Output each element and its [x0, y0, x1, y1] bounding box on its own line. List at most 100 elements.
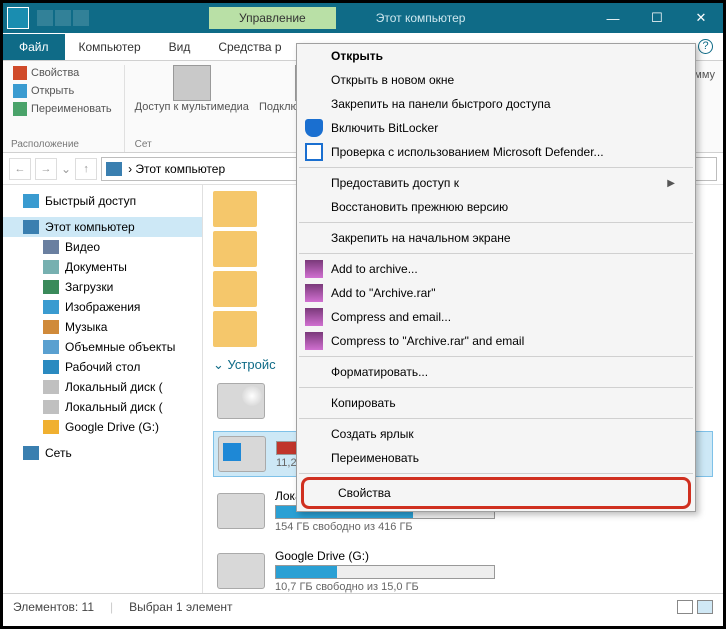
view-tab[interactable]: Вид [155, 34, 205, 60]
item-count: Элементов: 11 [13, 600, 94, 614]
properties-button[interactable]: Свойства [11, 65, 114, 81]
ctx-properties-highlighted: Свойства [301, 477, 691, 509]
computer-tab[interactable]: Компьютер [65, 34, 155, 60]
navigation-pane: Быстрый доступ Этот компьютер Видео Доку… [3, 185, 203, 593]
ctx-format[interactable]: Форматировать... [297, 360, 695, 384]
back-button[interactable]: ← [9, 158, 31, 180]
window-title: Этот компьютер [376, 11, 466, 25]
nav-images[interactable]: Изображения [3, 297, 202, 317]
nav-quick-access[interactable]: Быстрый доступ [3, 191, 202, 211]
tiles-view-icon[interactable] [697, 600, 713, 614]
ctx-compress-rar-email[interactable]: Compress to "Archive.rar" and email [297, 329, 695, 353]
ctx-separator [299, 473, 693, 474]
details-view-icon[interactable] [677, 600, 693, 614]
nav-network[interactable]: Сеть [3, 443, 202, 463]
up-button[interactable]: ↑ [75, 158, 97, 180]
ctx-copy[interactable]: Копировать [297, 391, 695, 415]
drive-g[interactable]: Google Drive (G:) 10,7 ГБ свободно из 15… [213, 545, 713, 593]
drive-info: 10,7 ГБ свободно из 15,0 ГБ [275, 581, 709, 593]
ctx-separator [299, 418, 693, 419]
help-icon[interactable]: ? [698, 39, 713, 54]
nav-gdrive[interactable]: Google Drive (G:) [3, 417, 202, 437]
ctx-separator [299, 387, 693, 388]
drive-icon [43, 400, 59, 414]
address-segment[interactable]: Этот компьютер [135, 162, 225, 176]
thispc-icon [106, 162, 122, 176]
ctx-separator [299, 253, 693, 254]
thispc-icon [23, 220, 39, 234]
minimize-button[interactable]: ― [591, 3, 635, 33]
ctx-properties[interactable]: Свойства [304, 480, 688, 506]
nav-music[interactable]: Музыка [3, 317, 202, 337]
qat-button[interactable] [37, 10, 53, 26]
ctx-pin-start[interactable]: Закрепить на начальном экране [297, 226, 695, 250]
ctx-separator [299, 167, 693, 168]
ctx-restore-version[interactable]: Восстановить прежнюю версию [297, 195, 695, 219]
ctx-bitlocker[interactable]: Включить BitLocker [297, 116, 695, 140]
file-tab[interactable]: Файл [3, 34, 65, 60]
rename-button[interactable]: Переименовать [11, 101, 114, 117]
window-controls: ― ☐ ✕ [591, 3, 723, 33]
qat-dropdown[interactable] [73, 10, 89, 26]
ctx-rename[interactable]: Переименовать [297, 446, 695, 470]
media-access-button[interactable]: Доступ к мультимедиа [135, 65, 249, 113]
contextual-tab-management[interactable]: Управление [209, 7, 336, 29]
drive-tools-tab[interactable]: Средства р [204, 34, 295, 60]
ctx-add-rar[interactable]: Add to "Archive.rar" [297, 281, 695, 305]
winrar-icon [305, 308, 323, 326]
winrar-icon [305, 260, 323, 278]
capacity-bar [275, 565, 495, 579]
desktop-icon [43, 360, 59, 374]
system-drive-icon [218, 436, 266, 472]
winrar-icon [305, 284, 323, 302]
ctx-add-archive[interactable]: Add to archive... [297, 257, 695, 281]
ctx-grant-access[interactable]: Предоставить доступ к▶ [297, 171, 695, 195]
drive-info: 154 ГБ свободно из 416 ГБ [275, 521, 709, 533]
shield-icon [305, 119, 323, 137]
truncated-button[interactable]: мму [694, 65, 715, 152]
folder-icon [213, 311, 257, 347]
submenu-arrow-icon: ▶ [667, 178, 675, 189]
location-group-label: Расположение [11, 139, 79, 152]
ctx-pin-quick-access[interactable]: Закрепить на панели быстрого доступа [297, 92, 695, 116]
nav-this-pc[interactable]: Этот компьютер [3, 217, 202, 237]
ctx-compress-email[interactable]: Compress and email... [297, 305, 695, 329]
open-button[interactable]: Открыть [11, 83, 114, 99]
close-button[interactable]: ✕ [679, 3, 723, 33]
qat-button[interactable] [55, 10, 71, 26]
ctx-create-shortcut[interactable]: Создать ярлык [297, 422, 695, 446]
ctx-defender[interactable]: Проверка с использованием Microsoft Defe… [297, 140, 695, 164]
music-icon [43, 320, 59, 334]
media-icon [173, 65, 211, 101]
downloads-icon [43, 280, 59, 294]
dvd-drive-icon [217, 383, 265, 419]
forward-button[interactable]: → [35, 158, 57, 180]
drive-name: Google Drive (G:) [275, 549, 709, 563]
images-icon [43, 300, 59, 314]
ctx-open[interactable]: Открыть [297, 44, 695, 68]
recent-dropdown[interactable]: ⌄ [61, 162, 71, 176]
drive-icon [217, 493, 265, 529]
nav-desktop[interactable]: Рабочий стол [3, 357, 202, 377]
nav-3d-objects[interactable]: Объемные объекты [3, 337, 202, 357]
selection-info: Выбран 1 элемент [129, 600, 232, 614]
defender-icon [305, 143, 323, 161]
nav-local-d[interactable]: Локальный диск ( [3, 397, 202, 417]
nav-documents[interactable]: Документы [3, 257, 202, 277]
nav-videos[interactable]: Видео [3, 237, 202, 257]
drive-icon [43, 380, 59, 394]
system-icon[interactable] [7, 7, 29, 29]
drive-icon [217, 553, 265, 589]
network-group-label: Сет [135, 139, 152, 152]
ctx-open-new-window[interactable]: Открыть в новом окне [297, 68, 695, 92]
network-icon [23, 446, 39, 460]
star-icon [23, 194, 39, 208]
folder-icon [213, 271, 257, 307]
folder-icon [213, 231, 257, 267]
ctx-separator [299, 356, 693, 357]
nav-downloads[interactable]: Загрузки [3, 277, 202, 297]
video-icon [43, 240, 59, 254]
maximize-button[interactable]: ☐ [635, 3, 679, 33]
nav-local-c[interactable]: Локальный диск ( [3, 377, 202, 397]
quick-access-toolbar [37, 10, 89, 26]
